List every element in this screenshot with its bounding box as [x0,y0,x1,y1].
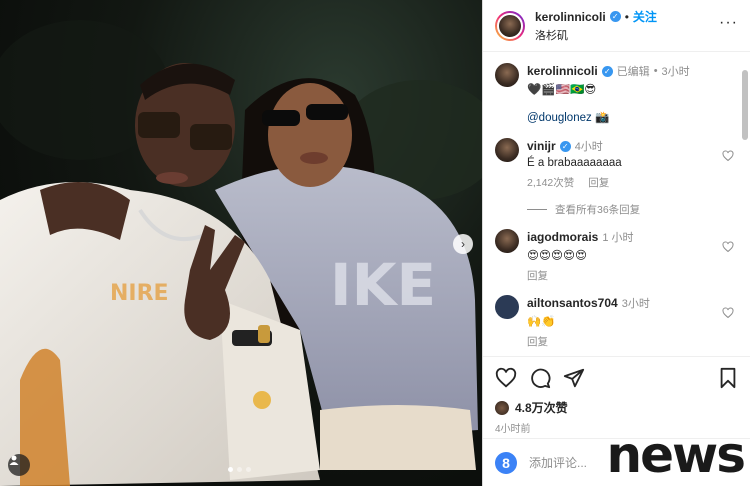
tagged-users-button[interactable] [8,454,30,476]
commenter-username[interactable]: ailtonsantos704 [527,296,618,310]
commenter-avatar[interactable] [495,138,519,162]
emoji-button[interactable]: 8 [495,451,517,474]
comment-input[interactable] [529,455,619,470]
comment-bubble-icon[interactable] [529,367,551,389]
comment-time: 4小时 [574,141,603,153]
carousel-dot [246,467,251,472]
verified-badge-icon: ✓ [601,65,613,77]
post-actions: 4.8万次赞 4小时前 [483,356,750,435]
post-location[interactable]: 洛杉矶 [535,27,657,43]
comment-likes[interactable]: 2,142次赞 [527,175,574,190]
replies-divider-line [527,209,547,210]
like-comment-heart-icon[interactable] [722,307,734,319]
commenter-username[interactable]: iagodmorais [527,230,598,244]
post-photo[interactable]: IKE NIRE › [0,0,482,486]
news-watermark: news [606,426,746,484]
reply-button[interactable]: 回复 [588,175,609,190]
comments-list[interactable]: kerolinnicoli ✓ 已编辑 • 3小时 🖤🎬🇺🇸🇧🇷😎 @dougl… [483,53,750,355]
more-options-button[interactable]: ··· [719,14,738,32]
like-comment-heart-icon[interactable] [722,150,734,162]
carousel-dot [228,467,233,472]
comment-time: 3小时 [621,298,650,310]
comment-item: ailtonsantos704 3小时 🙌👏 回复 [495,295,734,349]
reply-button[interactable]: 回复 [527,268,548,283]
verified-badge-icon: ✓ [609,11,621,22]
commenter-avatar[interactable] [495,229,519,253]
separator-dot: • [624,9,629,24]
reply-button[interactable]: 回复 [527,334,548,349]
author-username[interactable]: kerolinnicoli [535,10,606,24]
like-comment-heart-icon[interactable] [722,241,734,253]
scrollbar-thumb[interactable] [742,70,748,140]
caption-mention-link[interactable]: @douglonez 📸 [527,110,734,124]
liker-avatar[interactable] [495,400,509,415]
verified-badge-icon: ✓ [559,140,571,152]
caption: kerolinnicoli ✓ 已编辑 • 3小时 🖤🎬🇺🇸🇧🇷😎 [495,63,734,96]
caption-text: 🖤🎬🇺🇸🇧🇷😎 [527,84,597,96]
carousel-next-button[interactable]: › [453,234,473,254]
save-bookmark-icon[interactable] [718,367,738,389]
post-header: kerolinnicoli ✓ • 关注 洛杉矶 ··· [483,0,750,52]
author-avatar[interactable] [495,10,525,41]
likes-count[interactable]: 4.8万次赞 [515,399,568,416]
caption-avatar[interactable] [495,63,519,87]
person-icon [9,455,19,465]
post-side-panel: kerolinnicoli ✓ • 关注 洛杉矶 ··· kerolinnico… [482,0,750,486]
svg-text:NIRE: NIRE [110,281,169,306]
comments-scrollbar[interactable] [742,56,748,352]
comment-text: 🙌👏 [527,316,556,328]
follow-button[interactable]: 关注 [633,8,657,25]
comment-item: iagodmorais 1 小时 😍😍😍😍😍 回复 [495,229,734,283]
share-send-icon[interactable] [563,367,585,389]
comment-text: É a brabaaaaaaaa [527,157,622,169]
photo-illustration: IKE NIRE [0,20,482,486]
comment-item: vinijr ✓ 4小时 É a brabaaaaaaaa 2,142次赞 回复 [495,138,734,190]
commenter-avatar[interactable] [495,295,519,319]
like-heart-icon[interactable] [495,367,517,389]
comment-time: 1 小时 [602,232,634,244]
carousel-dots [228,467,251,472]
edited-label: 已编辑 [616,66,650,78]
caption-time: 3小时 [661,66,690,78]
comment-text: 😍😍😍😍😍 [527,250,587,262]
svg-text:IKE: IKE [330,251,436,319]
commenter-username[interactable]: vinijr [527,139,556,153]
carousel-dot [237,467,242,472]
caption-username[interactable]: kerolinnicoli [527,64,598,78]
chevron-right-icon: › [461,237,465,251]
view-replies-button[interactable]: 查看所有36条回复 [527,202,734,217]
separator-dot: • [653,65,658,77]
view-replies-label: 查看所有36条回复 [555,204,641,216]
